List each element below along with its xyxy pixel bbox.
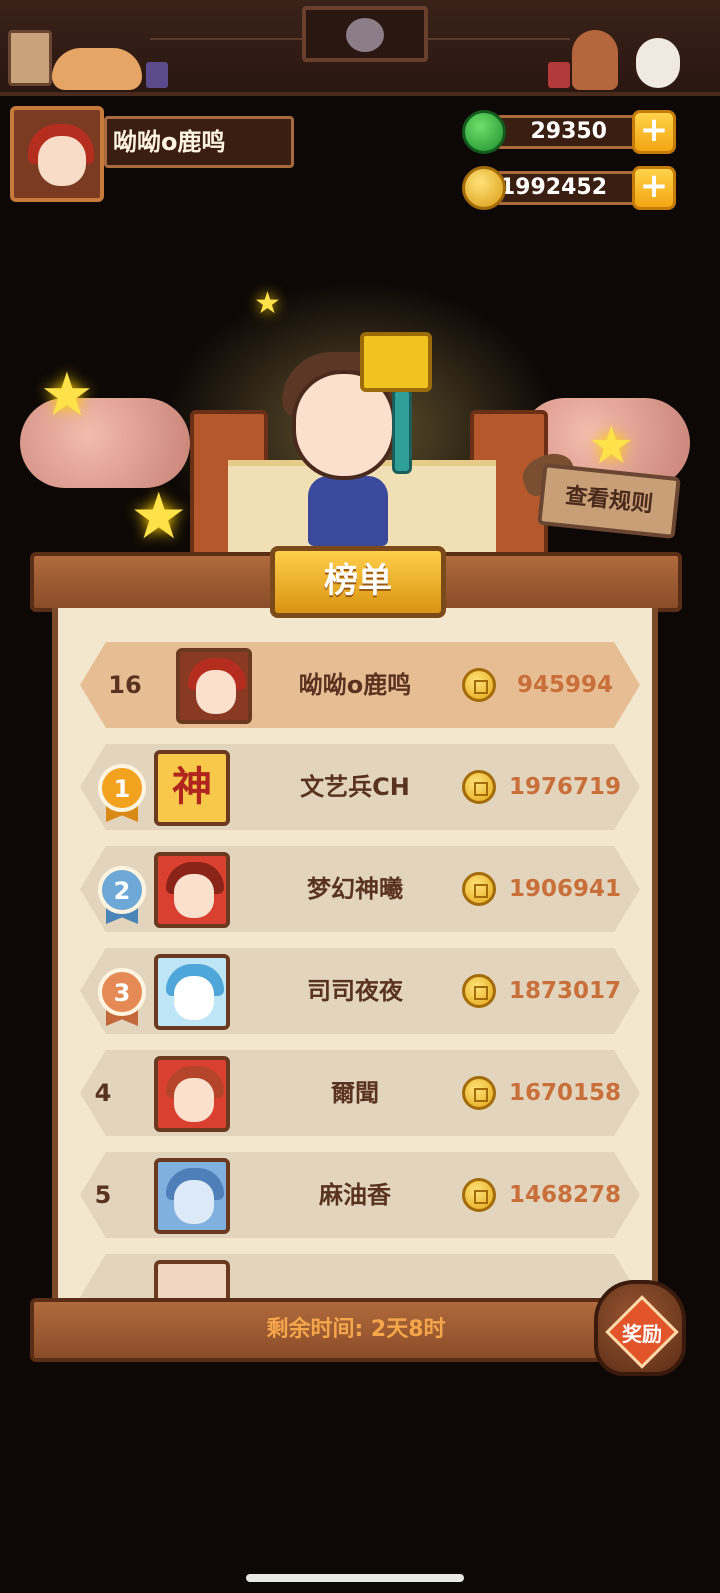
reward-label: 奖励 xyxy=(622,1322,662,1346)
rank-row-6-partial[interactable] xyxy=(80,1254,640,1300)
rank-row-5[interactable]: 5 麻油香 1468278 xyxy=(80,1152,640,1238)
coin-icon xyxy=(462,166,506,210)
score: 1468278 xyxy=(508,1182,622,1208)
score: 1670158 xyxy=(508,1080,622,1106)
shelf-rope xyxy=(420,38,570,40)
coin-icon xyxy=(462,770,496,804)
player-name: 文艺兵CH xyxy=(300,773,410,801)
player-name: 呦呦o鹿鸣 xyxy=(298,671,412,699)
rank-row-2[interactable]: 2 梦幻神曦 1906941 xyxy=(80,846,640,932)
avatar xyxy=(176,648,252,724)
notice-board-icon xyxy=(8,30,52,86)
bronze-medal-icon: 3 xyxy=(98,968,146,1016)
jade-icon xyxy=(462,110,506,154)
star-icon: ★ xyxy=(254,286,281,321)
remaining-time: 剩余时间: 2天8时 xyxy=(30,1298,682,1362)
avatar xyxy=(154,852,230,928)
girl-figure-icon xyxy=(572,30,618,90)
sleeping-cat-icon xyxy=(52,48,142,90)
star-icon: ★ xyxy=(588,416,635,476)
rank-number: 5 xyxy=(94,1181,112,1209)
score: 1873017 xyxy=(508,978,622,1004)
player-avatar[interactable] xyxy=(10,106,104,202)
star-icon: ★ xyxy=(40,360,94,430)
avatar: 神 xyxy=(154,750,230,826)
player-name: 麻油香 xyxy=(319,1181,391,1209)
avatar xyxy=(154,954,230,1030)
shelf-rope xyxy=(150,38,310,40)
star-icon: ★ xyxy=(130,480,188,554)
avatar xyxy=(154,1056,230,1132)
score: 1976719 xyxy=(508,774,622,800)
rank-row-3[interactable]: 3 司司夜夜 1873017 xyxy=(80,948,640,1034)
leaderboard-title: 榜单 xyxy=(270,546,446,618)
rank-row-1[interactable]: 1 神 文艺兵CH 1976719 xyxy=(80,744,640,830)
rank-number: 16 xyxy=(108,671,142,699)
cup-icon xyxy=(146,62,168,88)
white-cat-icon xyxy=(636,38,680,88)
gold-medal-icon: 1 xyxy=(98,764,146,812)
coin-icon xyxy=(462,974,496,1008)
leaderboard-panel: 16 呦呦o鹿鸣 945994 1 神 文艺兵CH 1976719 2 梦幻神曦… xyxy=(52,608,658,1300)
reward-button[interactable]: 奖励 xyxy=(594,1280,686,1376)
coin-counter: 1992452 + xyxy=(462,166,678,210)
cup-icon xyxy=(548,62,570,88)
coin-icon xyxy=(462,872,496,906)
add-coins-button[interactable]: + xyxy=(632,166,676,210)
coin-icon xyxy=(462,1178,496,1212)
avatar xyxy=(154,1260,230,1300)
raccoon-frame-icon xyxy=(302,6,428,62)
jade-counter: 29350 + xyxy=(462,110,678,154)
player-name: 呦呦o鹿鸣 xyxy=(104,116,294,168)
shovel-handle xyxy=(392,388,412,474)
coin-icon xyxy=(462,1076,496,1110)
score: 945994 xyxy=(516,672,614,698)
player-name: 司司夜夜 xyxy=(307,977,403,1005)
coin-icon xyxy=(462,668,496,702)
self-rank-row[interactable]: 16 呦呦o鹿鸣 945994 xyxy=(80,642,640,728)
rank-row-4[interactable]: 4 爾聞 1670158 xyxy=(80,1050,640,1136)
score: 1906941 xyxy=(508,876,622,902)
silver-medal-icon: 2 xyxy=(98,866,146,914)
add-jade-button[interactable]: + xyxy=(632,110,676,154)
rank-number: 4 xyxy=(94,1079,112,1107)
avatar xyxy=(154,1158,230,1234)
golden-shovel-icon xyxy=(360,332,432,392)
player-name: 梦幻神曦 xyxy=(307,875,403,903)
player-name: 爾聞 xyxy=(331,1079,379,1107)
jade-amount: 29350 xyxy=(484,115,654,149)
coin-amount: 1992452 xyxy=(484,171,654,205)
top-shelf xyxy=(0,0,720,96)
home-indicator[interactable] xyxy=(246,1574,464,1582)
